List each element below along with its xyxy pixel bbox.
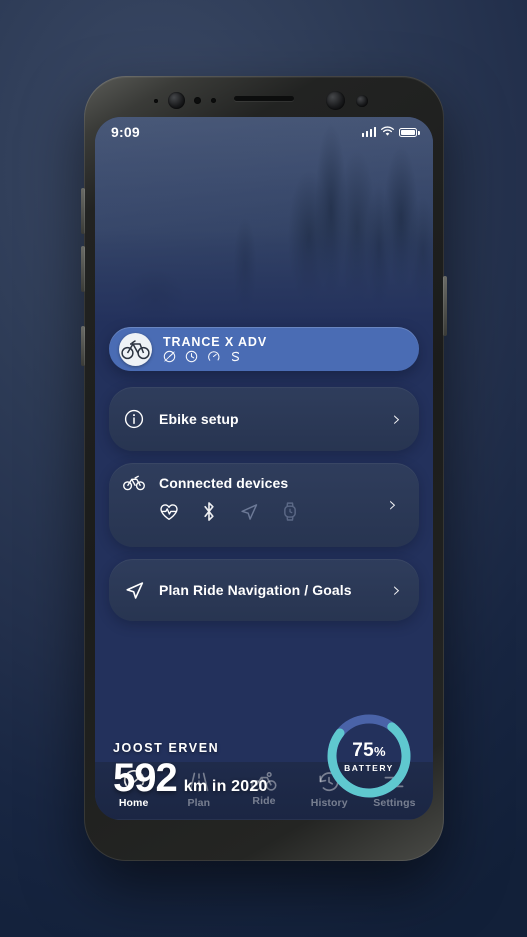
iris-scanner-icon — [326, 91, 345, 110]
phone-screen: 9:09 JOOST ERVEN 592 km in 2020 75% BATT… — [95, 117, 433, 820]
connected-devices-main: Connected devices — [123, 475, 405, 491]
bike-stat-icons — [163, 350, 267, 363]
sensor-dot-icon — [154, 99, 158, 103]
battery-ring-gauge: 75% BATTERY — [323, 710, 415, 802]
phone-sensor-bezel — [84, 76, 444, 122]
bike-info: TRANCE X ADV — [163, 335, 267, 363]
bicycle-photo-icon — [119, 332, 152, 366]
s-curve-icon — [231, 351, 240, 362]
distance-row: 592 km in 2020 — [113, 758, 268, 798]
gauge-icon — [208, 351, 220, 361]
plan-ride-main: Plan Ride Navigation / Goals — [123, 580, 393, 601]
active-bike-card[interactable]: TRANCE X ADV — [109, 327, 419, 371]
power-button[interactable] — [443, 276, 447, 336]
hero-stats: JOOST ERVEN 592 km in 2020 — [113, 741, 268, 798]
device-icons-row — [123, 501, 405, 522]
connected-devices-card[interactable]: Connected devices › — [109, 463, 419, 547]
ebike-setup-label: Ebike setup — [159, 411, 239, 427]
heart-rate-icon[interactable] — [159, 502, 179, 522]
battery-percent-symbol: % — [373, 743, 386, 759]
user-name: JOOST ERVEN — [113, 741, 220, 755]
status-bar-icons — [361, 126, 420, 137]
chevron-right-icon[interactable]: › — [393, 408, 405, 430]
phone-device-frame: 9:09 JOOST ERVEN 592 km in 2020 75% BATT… — [81, 76, 447, 861]
connected-devices-header: Connected devices — [123, 475, 405, 491]
navigation-arrow-icon[interactable] — [239, 502, 259, 522]
clock-icon — [185, 350, 198, 363]
distance-unit: km in 2020 — [183, 778, 268, 795]
battery-percent-value: 75 — [352, 739, 374, 761]
plan-ride-label: Plan Ride Navigation / Goals — [159, 582, 352, 598]
distance-value: 592 — [113, 756, 178, 800]
volume-up-button[interactable] — [81, 188, 85, 234]
battery-ring-label: 75% BATTERY — [323, 710, 415, 802]
chevron-right-icon[interactable]: › — [389, 494, 401, 516]
secondary-camera-icon — [356, 95, 368, 107]
assistant-button[interactable] — [81, 326, 85, 366]
chevron-right-icon[interactable]: › — [393, 579, 405, 601]
ebike-setup-main: Ebike setup — [123, 409, 393, 429]
nav-label-plan: Plan — [187, 796, 211, 809]
light-sensor-icon — [211, 98, 216, 103]
speedometer-icon — [163, 350, 176, 363]
plan-ride-card[interactable]: Plan Ride Navigation / Goals › — [109, 559, 419, 621]
hero-header — [95, 117, 433, 323]
status-bar-clock: 9:09 — [111, 124, 140, 140]
earpiece-speaker — [234, 96, 294, 101]
hero-tint-overlay — [95, 117, 433, 323]
bike-name: TRANCE X ADV — [163, 335, 268, 349]
battery-full-icon — [399, 127, 420, 137]
front-camera-icon — [168, 92, 185, 109]
bluetooth-icon[interactable] — [201, 501, 217, 522]
ebike-setup-card[interactable]: Ebike setup › — [109, 387, 419, 451]
smartwatch-icon[interactable] — [281, 501, 299, 522]
volume-down-button[interactable] — [81, 246, 85, 292]
status-bar: 9:09 — [95, 117, 433, 147]
signal-bars-icon — [361, 127, 376, 137]
wifi-icon — [381, 126, 394, 136]
proximity-sensor-icon — [194, 97, 201, 104]
navigation-arrow-icon — [123, 580, 145, 601]
connected-devices-label: Connected devices — [159, 475, 289, 491]
info-circle-icon — [123, 409, 145, 429]
battery-caption: BATTERY — [344, 762, 394, 773]
battery-percent: 75% — [352, 740, 386, 762]
cards-container: TRANCE X ADV Ebike setup › Connected dev… — [95, 323, 433, 762]
bicycle-icon — [123, 475, 145, 491]
